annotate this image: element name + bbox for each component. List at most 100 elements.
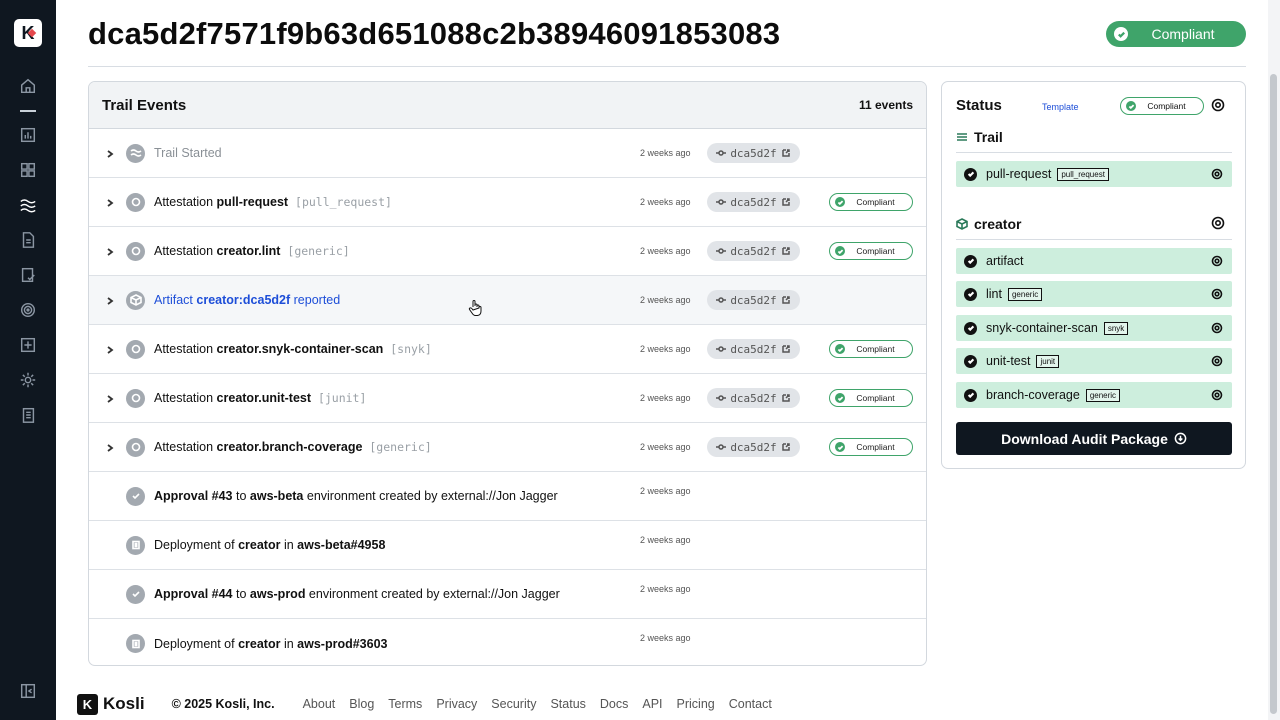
settings-icon (1211, 168, 1223, 180)
chevron-right-icon[interactable] (105, 197, 115, 207)
footer: K Kosli © 2025 Kosli, Inc. About Blog Te… (77, 692, 786, 716)
status-item-pull-request[interactable]: pull-request pull_request (956, 161, 1232, 187)
section-divider (956, 239, 1232, 240)
compliance-status-badge: Compliant (1106, 21, 1246, 47)
deployment-icon (126, 535, 145, 555)
sidebar-divider (20, 110, 36, 112)
artifact-link[interactable]: Artifact creator:dca5d2f reported (154, 293, 340, 307)
event-time: 2 weeks ago (640, 197, 691, 207)
status-item-unit-test[interactable]: unit-test junit (956, 348, 1232, 374)
creator-settings-icon[interactable] (1211, 216, 1225, 230)
footer-link-contact[interactable]: Contact (729, 697, 772, 711)
event-text: Attestation creator.lint [generic] (154, 244, 350, 258)
event-row-attestation[interactable]: Attestation creator.snyk-container-scan … (89, 325, 926, 374)
deployment-icon (126, 634, 145, 653)
footer-brand: Kosli (103, 694, 145, 713)
template-link[interactable]: Template (1042, 102, 1079, 112)
status-panel: Status Template Compliant Trail pull-req… (941, 81, 1246, 469)
settings-icon (1211, 255, 1223, 267)
footer-link-terms[interactable]: Terms (388, 697, 422, 711)
event-row-artifact[interactable]: Artifact creator:dca5d2f reported 2 week… (89, 276, 926, 325)
commit-link[interactable]: dca5d2f (707, 241, 800, 261)
document-icon[interactable] (18, 230, 38, 250)
commit-link[interactable]: dca5d2f (707, 143, 800, 163)
chevron-right-icon[interactable] (105, 393, 115, 403)
creator-section-header: creator (956, 216, 1021, 232)
type-tag: pull_request (1057, 167, 1109, 181)
footer-link-docs[interactable]: Docs (600, 697, 628, 711)
footer-copyright: © 2025 Kosli, Inc. (171, 697, 275, 711)
footer-link-about[interactable]: About (303, 697, 336, 711)
page-title: dca5d2f7571f9b63d651088c2b38946091853083 (88, 16, 781, 51)
dashboard-icon[interactable] (18, 125, 38, 145)
chevron-right-icon[interactable] (105, 246, 115, 256)
commit-link[interactable]: dca5d2f (707, 192, 800, 212)
chevron-right-icon[interactable] (105, 148, 115, 158)
footer-link-privacy[interactable]: Privacy (436, 697, 477, 711)
trails-icon[interactable] (18, 195, 38, 215)
header-divider (88, 66, 1246, 67)
badge-label: Compliant (1151, 26, 1215, 42)
chevron-right-icon[interactable] (105, 442, 115, 452)
event-row-deployment: Deployment of creator in aws-beta#4958 2… (89, 521, 926, 570)
commit-link[interactable]: dca5d2f (707, 290, 800, 310)
attestation-icon (126, 241, 145, 261)
event-text: Attestation creator.unit-test [junit] (154, 391, 367, 405)
scrollbar-thumb[interactable] (1270, 74, 1277, 714)
type-tag: junit (1036, 354, 1060, 368)
settings-icon[interactable] (18, 370, 38, 390)
event-row-approval: Approval #44 to aws-prod environment cre… (89, 570, 926, 619)
check-icon (1126, 101, 1136, 111)
event-time: 2 weeks ago (640, 295, 691, 305)
footer-link-blog[interactable]: Blog (349, 697, 374, 711)
home-icon[interactable] (18, 76, 38, 96)
status-item-lint[interactable]: lint generic (956, 281, 1232, 307)
event-row-attestation[interactable]: Attestation creator.lint [generic] 2 wee… (89, 227, 926, 276)
commit-link[interactable]: dca5d2f (707, 437, 800, 457)
status-item-artifact[interactable]: artifact (956, 248, 1232, 274)
report-icon[interactable] (18, 405, 38, 425)
download-audit-package-button[interactable]: Download Audit Package (956, 422, 1232, 455)
approval-icon (126, 584, 145, 604)
status-item-snyk-container-scan[interactable]: snyk-container-scan snyk (956, 315, 1232, 341)
check-icon (835, 442, 845, 452)
attestation-icon (126, 388, 145, 408)
add-icon[interactable] (18, 335, 38, 355)
event-row-attestation[interactable]: Attestation creator.branch-coverage [gen… (89, 423, 926, 472)
event-text: Deployment of creator in aws-prod#3603 (154, 636, 388, 651)
chevron-right-icon[interactable] (105, 344, 115, 354)
settings-icon (1211, 322, 1223, 334)
event-row-deployment: Deployment of creator in aws-prod#3603 2… (89, 619, 926, 665)
event-time: 2 weeks ago (640, 393, 691, 403)
status-compliant-badge: Compliant (1120, 97, 1204, 115)
event-row-trail-started[interactable]: Trail Started 2 weeks ago dca5d2f (89, 129, 926, 178)
type-tag: generic (1085, 388, 1121, 402)
status-settings-icon[interactable] (1211, 98, 1225, 112)
event-time: 2 weeks ago (640, 442, 691, 452)
footer-link-api[interactable]: API (642, 697, 662, 711)
section-divider (956, 152, 1232, 153)
event-row-attestation[interactable]: Attestation pull-request [pull_request] … (89, 178, 926, 227)
status-item-branch-coverage[interactable]: branch-coverage generic (956, 382, 1232, 408)
target-icon[interactable] (18, 300, 38, 320)
chevron-right-icon[interactable] (105, 295, 115, 305)
artifact-icon (126, 290, 145, 310)
footer-link-pricing[interactable]: Pricing (677, 697, 715, 711)
download-icon (1174, 432, 1187, 445)
compliant-badge: Compliant (829, 438, 913, 456)
footer-link-security[interactable]: Security (491, 697, 536, 711)
trail-events-panel: Trail Events 11 events Trail Started 2 w… (88, 81, 927, 666)
external-link-icon (781, 149, 790, 157)
approval-icon (126, 486, 145, 506)
grid-icon[interactable] (18, 160, 38, 180)
commit-link[interactable]: dca5d2f (707, 388, 800, 408)
kosli-logo[interactable]: K (14, 19, 42, 47)
commit-link[interactable]: dca5d2f (707, 339, 800, 359)
policy-icon[interactable] (18, 265, 38, 285)
collapse-sidebar-icon[interactable] (18, 681, 38, 701)
event-row-attestation[interactable]: Attestation creator.unit-test [junit] 2 … (89, 374, 926, 423)
check-icon (835, 197, 845, 207)
footer-link-status[interactable]: Status (550, 697, 585, 711)
settings-icon (1211, 355, 1223, 367)
check-circle-icon (964, 321, 977, 335)
